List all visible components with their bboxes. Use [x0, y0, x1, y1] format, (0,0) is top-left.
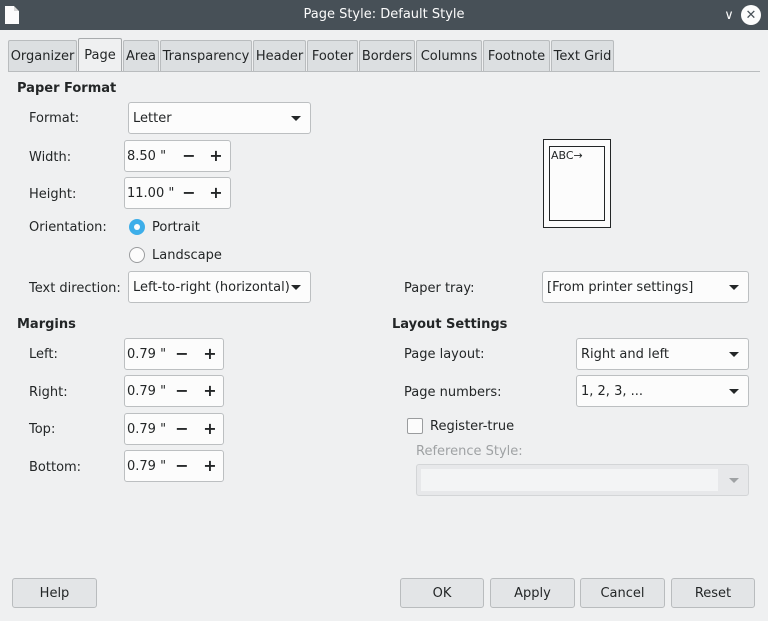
layout-settings-title: Layout Settings	[392, 317, 508, 332]
minus-icon[interactable]: −	[175, 346, 189, 362]
plus-icon[interactable]: +	[209, 185, 223, 201]
page-layout-value: Right and left	[581, 346, 670, 362]
height-value[interactable]: 11.00 "	[127, 186, 174, 201]
reset-button[interactable]: Reset	[671, 578, 755, 608]
page-numbers-label: Page numbers:	[404, 385, 502, 400]
paper-tray-label: Paper tray:	[404, 281, 475, 296]
register-true-label[interactable]: Register-true	[430, 419, 514, 434]
margins-title: Margins	[17, 317, 76, 332]
margin-right-stepper[interactable]: 0.79 " − +	[124, 375, 224, 407]
minus-icon[interactable]: −	[182, 185, 196, 201]
minus-icon[interactable]: −	[182, 148, 196, 164]
tab-transparency[interactable]: Transparency	[160, 40, 252, 72]
apply-button[interactable]: Apply	[490, 578, 575, 608]
width-stepper[interactable]: 8.50 " − +	[124, 140, 231, 172]
minimize-icon[interactable]: ∨	[719, 5, 739, 25]
help-button[interactable]: Help	[12, 578, 97, 608]
chevron-down-icon	[729, 352, 739, 357]
page-preview: ABC→	[543, 139, 611, 228]
chevron-down-icon	[729, 478, 739, 483]
margin-left-stepper[interactable]: 0.79 " − +	[124, 338, 224, 370]
page-numbers-select[interactable]: 1, 2, 3, ...	[576, 375, 749, 407]
orientation-label: Orientation:	[29, 220, 107, 235]
paper-tray-value: [From printer settings]	[547, 279, 694, 295]
page-layout-label: Page layout:	[404, 347, 485, 362]
text-direction-label: Text direction:	[29, 281, 121, 296]
text-direction-select[interactable]: Left-to-right (horizontal)	[128, 271, 311, 303]
tab-columns[interactable]: Columns	[416, 40, 482, 72]
margin-right-label: Right:	[29, 385, 68, 400]
landscape-radio[interactable]	[129, 247, 145, 263]
plus-icon[interactable]: +	[203, 421, 217, 437]
chevron-down-icon	[291, 285, 301, 290]
plus-icon[interactable]: +	[203, 458, 217, 474]
preview-text: ABC→	[551, 149, 583, 162]
ok-button[interactable]: OK	[400, 578, 484, 608]
margin-top-label: Top:	[29, 422, 56, 437]
register-true-checkbox[interactable]	[407, 418, 423, 434]
landscape-label[interactable]: Landscape	[152, 248, 222, 263]
tab-footnote[interactable]: Footnote	[483, 40, 550, 72]
minus-icon[interactable]: −	[175, 458, 189, 474]
cancel-button[interactable]: Cancel	[580, 578, 665, 608]
reference-style-select	[416, 464, 749, 496]
margin-right-value[interactable]: 0.79 "	[127, 384, 166, 399]
margin-bottom-label: Bottom:	[29, 460, 82, 475]
page-layout-select[interactable]: Right and left	[576, 338, 749, 370]
window-title: Page Style: Default Style	[303, 7, 465, 22]
paper-format-title: Paper Format	[17, 81, 117, 96]
margin-top-value[interactable]: 0.79 "	[127, 422, 166, 437]
portrait-label[interactable]: Portrait	[152, 220, 200, 235]
width-value[interactable]: 8.50 "	[127, 149, 166, 164]
title-bar: Page Style: Default Style ∨ ✕	[0, 0, 768, 30]
margin-top-stepper[interactable]: 0.79 " − +	[124, 413, 224, 445]
plus-icon[interactable]: +	[203, 383, 217, 399]
margin-bottom-value[interactable]: 0.79 "	[127, 459, 166, 474]
tab-area[interactable]: Area	[123, 40, 159, 72]
tab-page[interactable]: Page	[78, 38, 122, 72]
paper-tray-select[interactable]: [From printer settings]	[542, 271, 749, 303]
minus-icon[interactable]: −	[175, 383, 189, 399]
text-direction-value: Left-to-right (horizontal)	[133, 279, 290, 295]
plus-icon[interactable]: +	[203, 346, 217, 362]
margin-left-value[interactable]: 0.79 "	[127, 347, 166, 362]
margin-bottom-stepper[interactable]: 0.79 " − +	[124, 450, 224, 482]
tab-borders[interactable]: Borders	[359, 40, 415, 72]
height-stepper[interactable]: 11.00 " − +	[124, 177, 231, 209]
portrait-radio[interactable]	[129, 219, 145, 235]
format-label: Format:	[29, 111, 80, 126]
height-label: Height:	[29, 187, 77, 202]
chevron-down-icon	[729, 285, 739, 290]
tab-header[interactable]: Header	[253, 40, 306, 72]
tab-text-grid[interactable]: Text Grid	[551, 40, 614, 72]
page-numbers-value: 1, 2, 3, ...	[581, 383, 644, 399]
chevron-down-icon	[291, 116, 301, 121]
format-value: Letter	[133, 110, 172, 126]
tab-organizer[interactable]: Organizer	[8, 40, 77, 72]
reference-style-label: Reference Style:	[416, 444, 523, 459]
close-icon[interactable]: ✕	[741, 5, 761, 25]
chevron-down-icon	[729, 389, 739, 394]
format-select[interactable]: Letter	[128, 102, 311, 134]
margin-left-label: Left:	[29, 347, 58, 362]
minus-icon[interactable]: −	[175, 421, 189, 437]
width-label: Width:	[29, 150, 72, 165]
tab-footer[interactable]: Footer	[307, 40, 358, 72]
plus-icon[interactable]: +	[209, 148, 223, 164]
